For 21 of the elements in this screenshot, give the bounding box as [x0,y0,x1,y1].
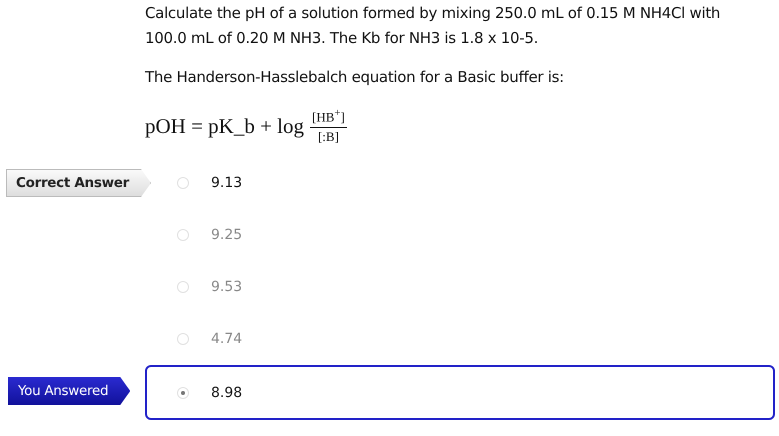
option-text: 9.25 [211,227,242,243]
radio-button[interactable] [177,177,189,189]
radio-button[interactable] [177,333,189,345]
option-text: 8.98 [211,384,242,400]
you-answered-tag: You Answered [8,377,130,405]
option-text: 9.13 [211,175,242,191]
answer-option[interactable]: 8.98 [145,365,775,420]
radio-button[interactable] [177,281,189,293]
radio-button[interactable] [177,386,189,398]
question-text: The Handerson-Hasslebalch equation for a Basic buffer is: [145,67,565,88]
fraction-denominator: [:B] [318,128,339,145]
option-text: 9.53 [211,279,242,295]
formula-text: pOH = pK_b + log [145,114,304,138]
question-text: Calculate the pH of a solution formed by mixing 250.0 mL of 0.15 M NH4Cl with 100.0 mL of 0.20 M NH3. The Kb for NH3 is 1.8 x 10-5. [145,3,722,49]
answer-option[interactable]: 4.74 [145,313,775,365]
fraction-numerator: [HB$^{+}$] [310,107,347,128]
correct-answer-tag: Correct Answer [6,169,151,197]
option-text: 4.74 [211,331,242,347]
radio-button[interactable] [177,229,189,241]
answer-option[interactable]: 9.53 [145,261,775,313]
answer-option[interactable]: 9.25 [145,209,775,261]
